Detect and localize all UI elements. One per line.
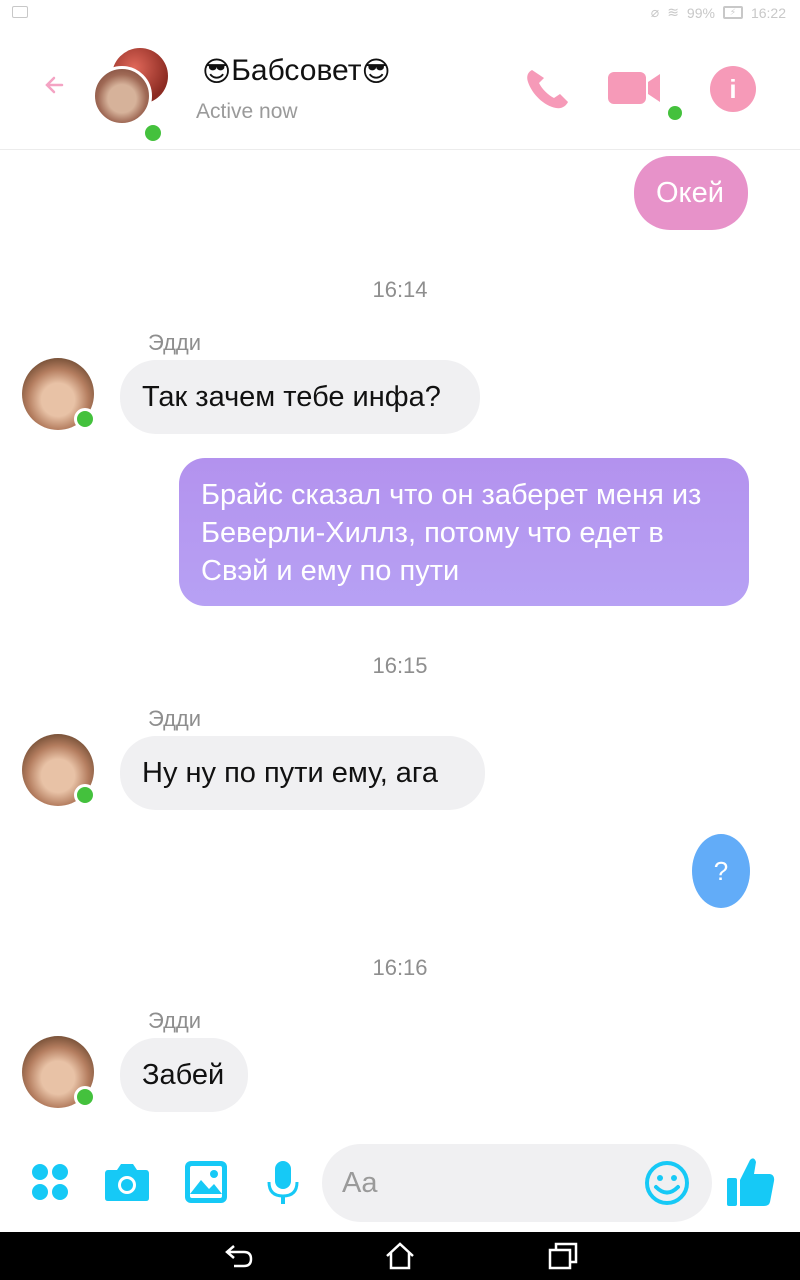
message-text: Брайс сказал что он заберет меня из Беве… <box>201 479 702 587</box>
battery-percent: 99% <box>686 4 715 21</box>
outgoing-message[interactable]: ? <box>692 834 750 908</box>
online-indicator <box>74 1086 96 1108</box>
notification-icon <box>12 6 28 18</box>
active-status: Active now <box>196 100 298 123</box>
mute-icon: ⌀ <box>650 4 660 20</box>
sender-name: Эдди <box>148 1008 202 1033</box>
online-indicator <box>74 784 96 806</box>
message-text: ? <box>713 856 729 886</box>
info-icon[interactable]: i <box>710 66 756 112</box>
sender-name: Эдди <box>148 706 202 731</box>
message-input-box[interactable] <box>322 1144 712 1222</box>
microphone-icon[interactable] <box>266 1160 300 1206</box>
phone-call-icon[interactable] <box>522 64 574 112</box>
clock: 16:22 <box>750 4 786 21</box>
conversation-title[interactable]: 😎 Бабсовет 😎 <box>202 54 391 88</box>
message-text: Ну ну по пути ему, ага <box>142 757 439 789</box>
message-timestamp: 16:14 <box>372 277 428 302</box>
video-online-indicator <box>668 106 682 120</box>
back-nav-icon[interactable] <box>224 1242 254 1270</box>
home-nav-icon[interactable] <box>385 1242 415 1270</box>
conversation-title-text: Бабсовет <box>231 54 362 87</box>
sender-name: Эдди <box>148 330 202 355</box>
back-arrow-icon[interactable] <box>40 70 70 100</box>
outgoing-message[interactable]: Окей <box>634 156 748 230</box>
message-timestamp: 16:15 <box>372 653 428 678</box>
sender-avatar[interactable] <box>22 358 98 434</box>
incoming-message[interactable]: Забей <box>120 1038 248 1112</box>
thumbs-up-icon[interactable] <box>726 1156 776 1208</box>
wifi-icon: ≋ <box>667 4 679 20</box>
incoming-message[interactable]: Ну ну по пути ему, ага <box>120 736 485 810</box>
online-indicator <box>74 408 96 430</box>
message-input[interactable] <box>342 1160 632 1206</box>
system-nav-bar <box>0 1232 800 1280</box>
battery-icon: ⚡ <box>722 6 743 19</box>
message-text: Забей <box>142 1059 225 1091</box>
sender-avatar[interactable] <box>22 734 98 810</box>
emoji-icon[interactable] <box>644 1160 690 1206</box>
incoming-message[interactable]: Так зачем тебе инфа? <box>120 360 480 434</box>
apps-menu-icon[interactable] <box>30 1162 70 1202</box>
message-timestamp: 16:16 <box>372 955 428 980</box>
video-call-icon[interactable] <box>608 70 662 106</box>
sunglasses-emoji: 😎 <box>202 54 232 88</box>
camera-icon[interactable] <box>104 1162 150 1202</box>
status-bar: ⌀ ≋ 99% ⚡ 16:22 <box>0 0 800 26</box>
conversation-header: 😎 Бабсовет 😎 Active now i <box>0 26 800 150</box>
message-composer <box>0 1140 800 1232</box>
sunglasses-emoji: 😎 <box>361 54 391 88</box>
sender-avatar[interactable] <box>22 1036 98 1112</box>
message-text: Так зачем тебе инфа? <box>142 381 441 413</box>
recent-apps-nav-icon[interactable] <box>548 1242 578 1270</box>
group-avatar[interactable] <box>92 48 170 144</box>
outgoing-message[interactable]: Брайс сказал что он заберет меня из Беве… <box>179 458 749 606</box>
online-indicator <box>142 122 164 144</box>
gallery-icon[interactable] <box>184 1160 228 1204</box>
message-text: Окей <box>656 177 724 209</box>
